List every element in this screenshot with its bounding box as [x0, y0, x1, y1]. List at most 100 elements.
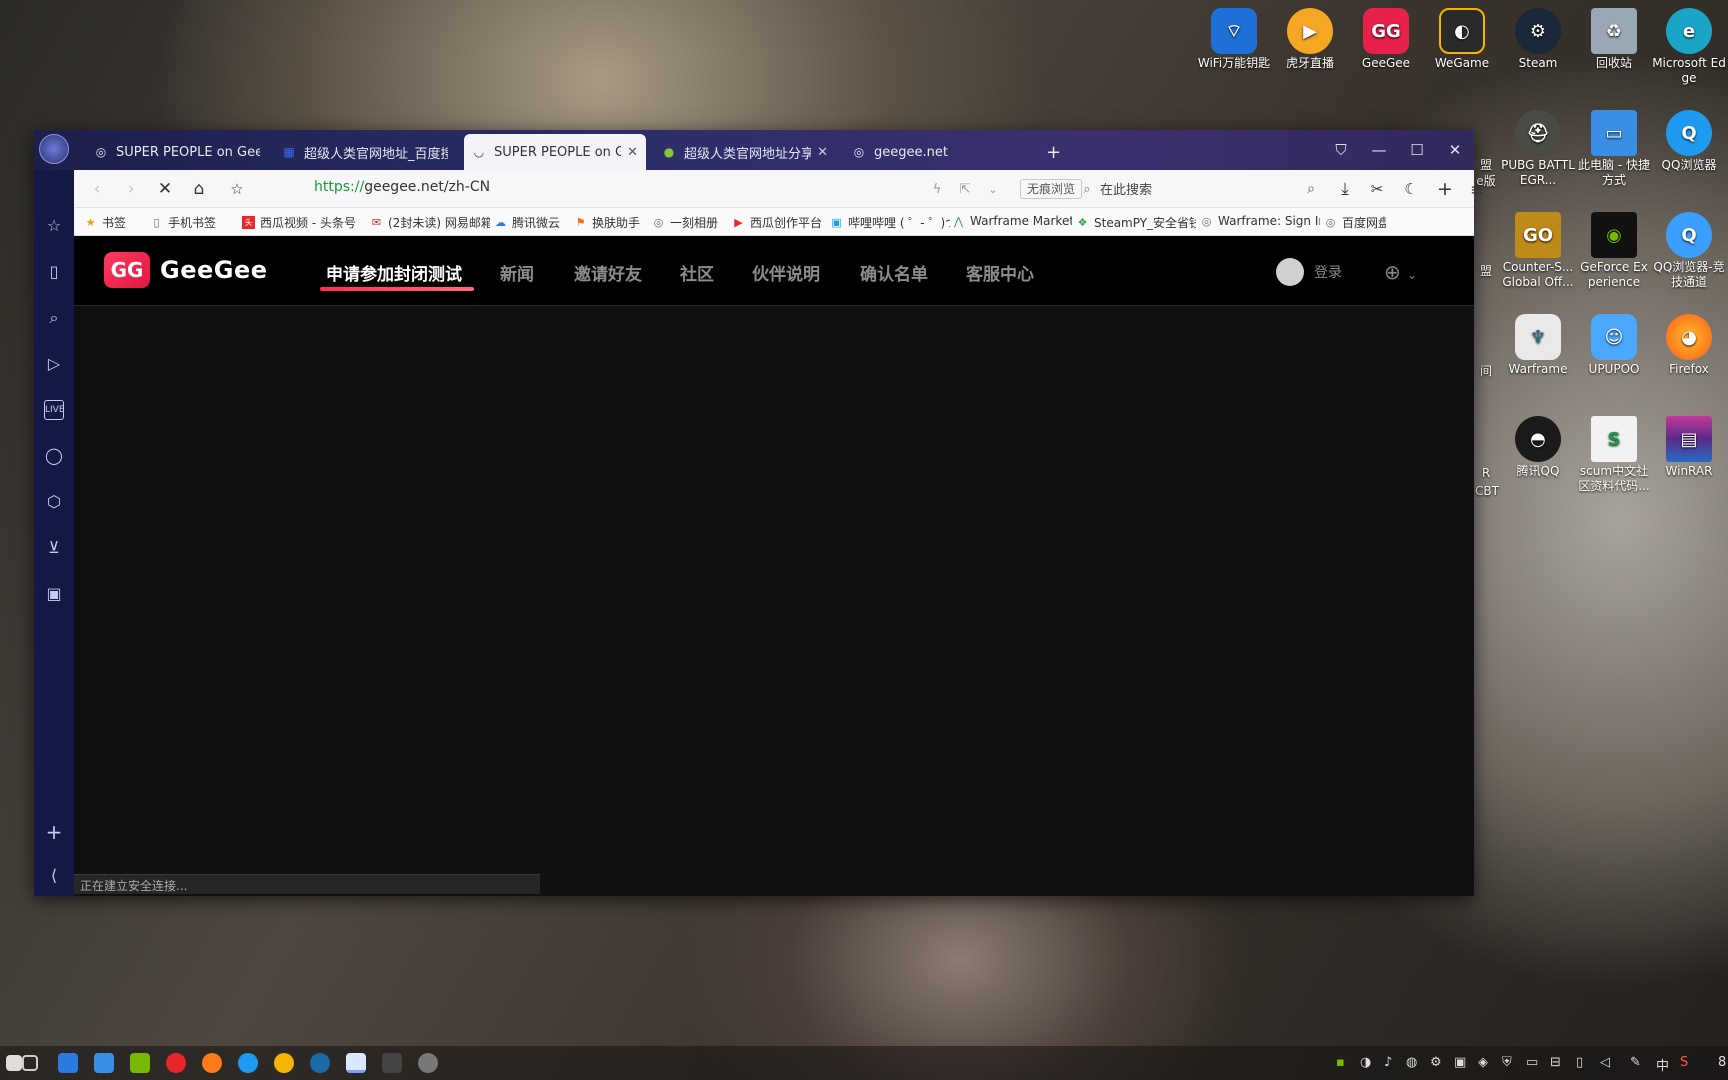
brand-name[interactable]: GeeGee [160, 256, 268, 284]
taskbar-google-icon[interactable] [274, 1053, 294, 1073]
bookmark-item[interactable]: ⚑ 换肤助手 [574, 214, 648, 231]
search-input[interactable]: 在此搜索 [1100, 179, 1152, 198]
lightning-icon[interactable]: ϟ [924, 176, 950, 202]
skin-icon[interactable]: ⛉ [1322, 130, 1360, 170]
chat-icon[interactable]: ◯ [44, 446, 64, 466]
nav-support[interactable]: 客服中心 [966, 260, 1034, 285]
tray-pen-icon[interactable]: ✎ [1630, 1055, 1641, 1070]
download-icon[interactable]: ⤓ [1332, 176, 1358, 202]
bookmark-item[interactable]: ◎ Warframe: Sign In [1200, 214, 1320, 228]
favorites-icon[interactable]: ☆ [44, 216, 64, 236]
desktop-icon-scum[interactable]: S scum中文社区资料代码... [1577, 416, 1651, 494]
clock[interactable]: 8 [1718, 1055, 1726, 1070]
live-icon[interactable]: LIVE [44, 400, 65, 420]
desktop-icon-recycle[interactable]: ♻ 回收站 [1577, 8, 1651, 71]
video-icon[interactable]: ▷ [44, 354, 64, 374]
bookmark-item[interactable]: ✉ (2封未读) 网易邮箱 [370, 214, 490, 231]
forward-icon[interactable]: › [118, 176, 144, 202]
tray-usb-icon[interactable]: ⊟ [1550, 1055, 1561, 1070]
tab-1[interactable]: ◎ SUPER PEOPLE on GeeG [86, 134, 268, 170]
share-icon[interactable]: ⇱ [952, 176, 978, 202]
home-icon[interactable]: ⌂ [186, 176, 212, 202]
translate-icon[interactable]: ▣ [44, 584, 64, 604]
game-icon[interactable]: ⬡ [44, 492, 64, 512]
desktop-icon-wegame[interactable]: ◐ WeGame [1425, 8, 1499, 71]
bookmark-star-icon[interactable]: ☆ [224, 176, 250, 202]
desktop-icon-winrar[interactable]: ▤ WinRAR [1652, 416, 1726, 479]
tab-4[interactable]: ● 超级人类官网地址分享_这 ✕ [654, 134, 836, 170]
desktop-icon-qqbrowser[interactable]: Q QQ浏览器 [1652, 110, 1726, 173]
tray-app-icon[interactable]: ▭ [1526, 1055, 1538, 1070]
tray-app-icon[interactable]: ▣ [1454, 1055, 1466, 1070]
desktop-icon-geegee[interactable]: GG GeeGee [1349, 8, 1423, 71]
desktop-icon-thispc[interactable]: ▭ 此电脑 - 快捷方式 [1577, 110, 1651, 188]
nav-confirm-list[interactable]: 确认名单 [860, 260, 928, 285]
taskbar-app-icon[interactable] [310, 1053, 330, 1073]
desktop-icon-geforce[interactable]: ◉ GeForce Experience [1577, 212, 1651, 290]
search-engine-icon[interactable]: ⌕ [1074, 176, 1100, 202]
nav-partner[interactable]: 伙伴说明 [752, 260, 820, 285]
bookmark-item[interactable]: ▶ 西瓜创作平台 [732, 214, 826, 231]
desktop-icon-warframe[interactable]: ♆ Warframe [1501, 314, 1575, 377]
add-sidebar-icon[interactable]: + [44, 822, 64, 842]
desktop-icon-huya[interactable]: ▶ 虎牙直播 [1273, 8, 1347, 71]
close-tab-icon[interactable]: ✕ [817, 145, 828, 160]
taskbar-app-icon[interactable] [418, 1053, 438, 1073]
night-mode-icon[interactable]: ☾ [1398, 176, 1424, 202]
bookmark-item[interactable]: ★ 书签 [84, 214, 148, 231]
search-icon[interactable]: ⌕ [44, 308, 64, 328]
login-button[interactable]: 登录 [1276, 258, 1342, 286]
desktop-icon-edge[interactable]: e Microsoft Edge [1652, 8, 1726, 86]
desktop-icon-firefox[interactable]: ◕ Firefox [1652, 314, 1726, 377]
bookmark-item[interactable]: ☁ 腾讯微云 [494, 214, 570, 231]
bookmark-item[interactable]: ⋀ Warframe Market [952, 214, 1072, 228]
bookmark-item[interactable]: 头 西瓜视频 - 头条号 [242, 214, 366, 231]
taskbar-app-icon[interactable] [382, 1053, 402, 1073]
taskbar-nvidia-icon[interactable] [130, 1053, 150, 1073]
taskbar-app-icon[interactable] [58, 1053, 78, 1073]
tray-app-icon[interactable]: ◑ [1360, 1055, 1371, 1070]
close-window-icon[interactable]: ✕ [1436, 130, 1474, 170]
tray-volume-icon[interactable]: ◁ [1600, 1055, 1610, 1070]
desktop-icon-steam[interactable]: ⚙ Steam [1501, 8, 1575, 71]
new-tab-button[interactable]: + [1038, 134, 1068, 170]
tray-sogou-icon[interactable]: S [1680, 1055, 1688, 1070]
maximize-icon[interactable]: ☐ [1398, 130, 1436, 170]
taskbar-qqbrowser-icon[interactable] [238, 1053, 258, 1073]
scissors-icon[interactable]: ✂ [1364, 176, 1390, 202]
nav-news[interactable]: 新闻 [500, 260, 534, 285]
bookmark-item[interactable]: ◎ 百度网盘 [1324, 214, 1386, 231]
collapse-sidebar-icon[interactable]: ⟨ [44, 866, 64, 886]
desktop-icon-wifi[interactable]: ⌔ WiFi万能钥匙 [1197, 8, 1271, 71]
desktop-icon-csgo[interactable]: GO Counter-S... Global Off... [1501, 212, 1575, 290]
nav-invite[interactable]: 邀请好友 [574, 260, 642, 285]
tray-network-icon[interactable]: ▯ [1576, 1055, 1583, 1070]
add-icon[interactable]: + [1432, 176, 1458, 202]
nav-community[interactable]: 社区 [680, 260, 714, 285]
tray-steam-icon[interactable]: ⚙ [1430, 1055, 1442, 1070]
language-globe-icon[interactable]: ⊕ ⌄ [1384, 260, 1417, 284]
taskbar-firefox-icon[interactable] [202, 1053, 222, 1073]
chevron-down-icon[interactable]: ⌄ [980, 176, 1006, 202]
tray-shield-icon[interactable]: ⛨ [1502, 1055, 1512, 1070]
tray-mic-icon[interactable]: ♪ [1384, 1055, 1392, 1070]
bookmark-item[interactable]: ▯ 手机书签 [150, 214, 238, 231]
taskbar-active-browser-icon[interactable] [346, 1053, 366, 1073]
tray-app-icon[interactable]: ◍ [1406, 1055, 1417, 1070]
tab-5[interactable]: ◎ geegee.net [844, 134, 1026, 170]
incognito-button[interactable]: 无痕浏览 [1020, 179, 1083, 199]
minimize-icon[interactable]: — [1360, 130, 1398, 170]
task-view-icon[interactable] [22, 1055, 38, 1071]
ime-indicator[interactable]: 中 [1656, 1055, 1669, 1074]
stop-loading-icon[interactable]: ✕ [152, 176, 178, 202]
desktop-icon-upupoo[interactable]: ☺ UPUPOO [1577, 314, 1651, 377]
desktop-icon-pubg[interactable]: ⛑ PUBG BATTLEGR... [1501, 110, 1575, 188]
desktop-icon-qqbrowser2[interactable]: Q QQ浏览器-竞技通道 [1652, 212, 1726, 290]
bookmark-item[interactable]: ▣ 哔哩哔哩 ( ゜- ゜)つ [830, 214, 950, 231]
start-icon[interactable] [6, 1055, 22, 1071]
tab-2[interactable]: ▦ 超级人类官网地址_百度搜索 [274, 134, 456, 170]
close-tab-icon[interactable]: ✕ [627, 145, 638, 160]
tab-3-active[interactable]: ◡ SUPER PEOPLE on Gee ✕ [464, 134, 646, 170]
taskbar-app-icon[interactable] [94, 1053, 114, 1073]
reader-icon[interactable]: ▯ [44, 262, 64, 282]
